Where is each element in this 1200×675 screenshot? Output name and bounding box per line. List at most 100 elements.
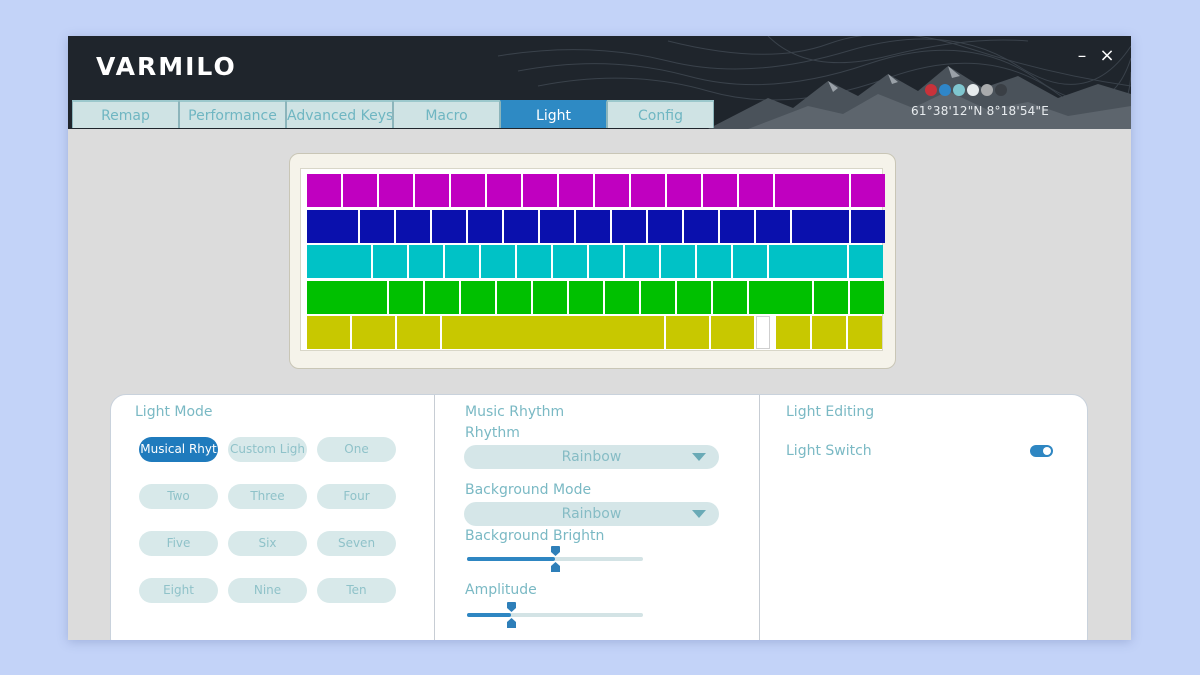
keyboard-key[interactable]	[425, 280, 459, 314]
keyboard-key[interactable]	[851, 209, 885, 243]
color-swatch[interactable]	[981, 84, 993, 96]
keyboard-key[interactable]	[432, 209, 466, 243]
light-switch-toggle[interactable]	[1030, 445, 1053, 457]
keyboard-key[interactable]	[851, 174, 885, 207]
keyboard-key[interactable]	[307, 245, 371, 278]
keyboard-key[interactable]	[343, 174, 377, 207]
keyboard-key[interactable]	[307, 174, 341, 207]
keyboard-key[interactable]	[605, 280, 639, 314]
keyboard-key[interactable]	[540, 209, 574, 243]
keyboard-key[interactable]	[713, 280, 747, 314]
keyboard-key[interactable]	[849, 245, 883, 278]
light-mode-option[interactable]: Five	[139, 531, 218, 556]
light-mode-option[interactable]: Three	[228, 484, 307, 509]
background-brightness-slider[interactable]	[467, 546, 643, 572]
keyboard-key[interactable]	[307, 316, 350, 349]
keyboard-key[interactable]	[612, 209, 646, 243]
keyboard-key[interactable]	[360, 209, 394, 243]
keyboard-key[interactable]	[769, 245, 847, 278]
keyboard-key[interactable]	[497, 280, 531, 314]
minimize-button[interactable]: –	[1072, 46, 1092, 66]
keyboard-key[interactable]	[697, 245, 731, 278]
keyboard-key[interactable]	[749, 280, 812, 314]
keyboard-key[interactable]	[569, 280, 603, 314]
keyboard-key[interactable]	[445, 245, 479, 278]
keyboard-key[interactable]	[756, 209, 790, 243]
keyboard-key[interactable]	[595, 174, 629, 207]
slider-thumb[interactable]	[551, 546, 560, 556]
keyboard-key[interactable]	[641, 280, 675, 314]
slider-thumb[interactable]	[507, 602, 516, 612]
keyboard-key[interactable]	[739, 174, 773, 207]
keyboard-key[interactable]	[677, 280, 711, 314]
keyboard-key[interactable]	[487, 174, 521, 207]
keyboard-key[interactable]	[666, 316, 709, 349]
color-swatch[interactable]	[995, 84, 1007, 96]
tab-performance[interactable]: Performance	[179, 100, 286, 128]
keyboard-key[interactable]	[792, 209, 849, 243]
keyboard-key[interactable]	[379, 174, 413, 207]
color-swatch[interactable]	[967, 84, 979, 96]
keyboard-key[interactable]	[523, 174, 557, 207]
keyboard-key[interactable]	[667, 174, 701, 207]
close-button[interactable]: ×	[1097, 46, 1117, 66]
keyboard-key[interactable]	[812, 316, 846, 349]
keyboard-key[interactable]	[461, 280, 495, 314]
keyboard-key[interactable]	[661, 245, 695, 278]
keyboard-key[interactable]	[576, 209, 610, 243]
keyboard-key[interactable]	[553, 245, 587, 278]
color-swatch[interactable]	[953, 84, 965, 96]
light-mode-option[interactable]: Six	[228, 531, 307, 556]
keyboard-key[interactable]	[848, 316, 882, 349]
amplitude-slider[interactable]	[467, 602, 643, 628]
light-mode-option[interactable]: Seven	[317, 531, 396, 556]
keyboard-key[interactable]	[776, 316, 810, 349]
keyboard-key[interactable]	[559, 174, 593, 207]
keyboard-key[interactable]	[409, 245, 443, 278]
keyboard-key[interactable]	[389, 280, 423, 314]
keyboard-key[interactable]	[396, 209, 430, 243]
keyboard-key[interactable]	[720, 209, 754, 243]
keyboard-key[interactable]	[711, 316, 754, 349]
keyboard-key[interactable]	[442, 316, 664, 349]
keyboard-key[interactable]	[307, 280, 387, 314]
tab-macro[interactable]: Macro	[393, 100, 500, 128]
keyboard-key[interactable]	[684, 209, 718, 243]
color-swatch[interactable]	[925, 84, 937, 96]
keyboard-key[interactable]	[307, 209, 358, 243]
slider-thumb[interactable]	[507, 618, 516, 628]
keyboard-key[interactable]	[373, 245, 407, 278]
keyboard-key[interactable]	[352, 316, 395, 349]
light-mode-option[interactable]: Eight	[139, 578, 218, 603]
keyboard-key[interactable]	[451, 174, 485, 207]
keyboard-key[interactable]	[625, 245, 659, 278]
keyboard-key[interactable]	[468, 209, 502, 243]
light-mode-option[interactable]: Custom Ligh	[228, 437, 307, 462]
color-swatch[interactable]	[939, 84, 951, 96]
light-mode-option[interactable]: Musical Rhyt	[139, 437, 218, 462]
keyboard-key[interactable]	[733, 245, 767, 278]
light-mode-option[interactable]: Four	[317, 484, 396, 509]
tab-advanced-keys[interactable]: Advanced Keys	[286, 100, 393, 128]
keyboard-key[interactable]	[504, 209, 538, 243]
rhythm-select[interactable]: Rainbow	[464, 445, 719, 469]
keyboard-key[interactable]	[517, 245, 551, 278]
keyboard-key[interactable]	[533, 280, 567, 314]
background-mode-select[interactable]: Rainbow	[464, 502, 719, 526]
keyboard-key[interactable]	[775, 174, 849, 207]
keyboard-key[interactable]	[415, 174, 449, 207]
light-mode-option[interactable]: Ten	[317, 578, 396, 603]
tab-remap[interactable]: Remap	[72, 100, 179, 128]
keyboard-key[interactable]	[481, 245, 515, 278]
keyboard-key[interactable]	[703, 174, 737, 207]
light-mode-option[interactable]: Nine	[228, 578, 307, 603]
keyboard-key[interactable]	[631, 174, 665, 207]
tab-light[interactable]: Light	[500, 100, 607, 128]
keyboard-key[interactable]	[589, 245, 623, 278]
keyboard-key[interactable]	[397, 316, 440, 349]
keyboard-key[interactable]	[850, 280, 884, 314]
tab-config[interactable]: Config	[607, 100, 714, 128]
light-mode-option[interactable]: One	[317, 437, 396, 462]
keyboard-key[interactable]	[648, 209, 682, 243]
keyboard-key[interactable]	[814, 280, 848, 314]
